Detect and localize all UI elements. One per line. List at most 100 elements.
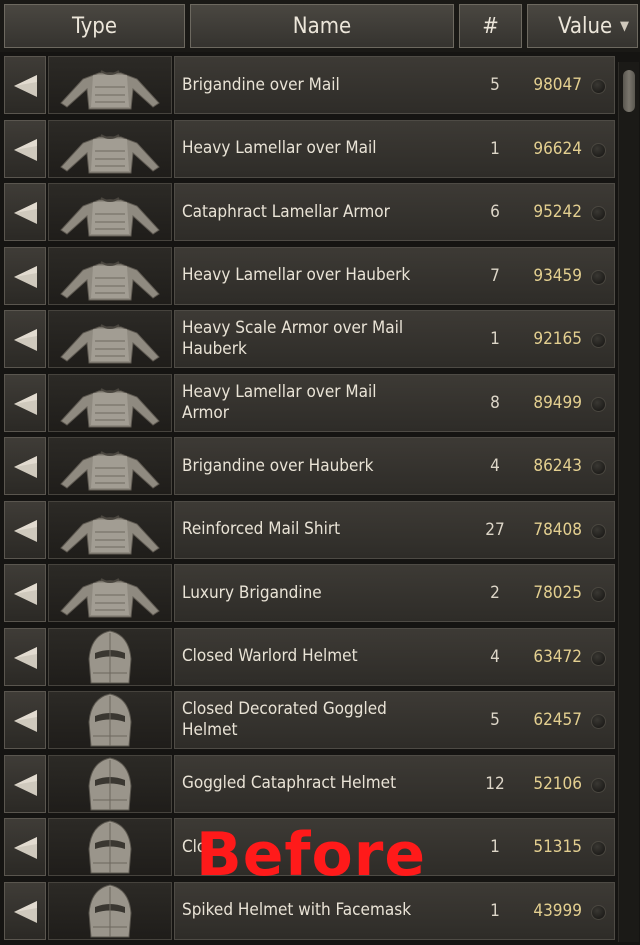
body-armor-icon [48, 437, 172, 495]
item-count: 4 [490, 646, 500, 667]
item-name: Reinforced Mail Shirt [182, 519, 341, 539]
item-value: 98047 [533, 75, 582, 95]
item-name: Closed Decorated Goggled Helmet [182, 699, 387, 740]
lock-toggle[interactable] [591, 333, 606, 348]
item-info-cell: Heavy Lamellar over Hauberk 7 93459 [174, 246, 615, 305]
transfer-left-button[interactable] [4, 564, 46, 622]
item-value: 89499 [533, 392, 582, 413]
list-item[interactable]: Brigandine over Hauberk 4 86243 [2, 435, 615, 497]
name-header-label: Name [292, 13, 352, 39]
item-count: 12 [485, 773, 505, 794]
lock-toggle[interactable] [591, 650, 606, 666]
item-value: 62457 [533, 710, 582, 730]
item-name: Closed Warlord Helmet [182, 646, 358, 666]
item-info-cell: Heavy Scale Armor over Mail Hauberk 1 9216… [174, 310, 615, 368]
item-info-cell: Luxury Brigandine 2 78025 [174, 564, 615, 622]
item-name: Heavy Lamellar over Mail Armor [182, 381, 377, 423]
item-count: 2 [490, 583, 500, 603]
item-name: Brigandine over Mail [182, 74, 340, 95]
item-info-cell: Brigandine over Mail 5 98047 [174, 56, 615, 114]
lock-toggle[interactable] [591, 904, 606, 920]
type-column-header[interactable]: Type [4, 4, 185, 48]
lock-toggle[interactable] [591, 777, 606, 793]
item-value: 43999 [533, 900, 582, 921]
scrollbar[interactable] [618, 62, 639, 942]
item-count: 1 [490, 837, 500, 857]
transfer-left-button[interactable] [4, 183, 46, 241]
transfer-left-button[interactable] [4, 56, 46, 114]
item-value: 86243 [533, 456, 582, 476]
item-value: 93459 [533, 265, 582, 286]
item-info-cell: Spiked Helmet with Facemask 1 43999 [174, 881, 615, 940]
item-name: Heavy Lamellar over Hauberk [182, 265, 411, 285]
transfer-left-button[interactable] [4, 627, 46, 686]
count-column-header[interactable]: # [459, 4, 522, 48]
body-armor-icon [48, 56, 172, 114]
item-name: Heavy Scale Armor over Mail Hauberk [182, 318, 404, 359]
list-item[interactable]: Clo 1 51315 [2, 816, 615, 878]
item-name: Spiked Helmet with Facemask [182, 900, 412, 920]
item-count: 1 [490, 329, 500, 349]
transfer-left-button[interactable] [4, 500, 46, 559]
item-name: Heavy Lamellar over Mail [182, 138, 377, 158]
lock-toggle[interactable] [591, 460, 606, 475]
helmet-icon [48, 691, 172, 749]
item-count: 5 [490, 75, 500, 95]
transfer-left-button[interactable] [4, 119, 46, 178]
helmet-icon [48, 881, 172, 940]
item-value: 52106 [533, 773, 582, 794]
body-armor-icon [48, 500, 172, 559]
transfer-left-button[interactable] [4, 691, 46, 749]
item-count: 8 [490, 392, 500, 413]
transfer-left-button[interactable] [4, 818, 46, 876]
lock-toggle[interactable] [591, 142, 606, 158]
list-item[interactable]: Reinforced Mail Shirt 27 78408 [2, 499, 615, 561]
lock-toggle[interactable] [591, 841, 606, 856]
item-info-cell: Goggled Cataphract Helmet 12 52106 [174, 754, 615, 813]
inventory-header: Type Name # Value ▼ [0, 0, 640, 52]
transfer-left-button[interactable] [4, 437, 46, 495]
list-item[interactable]: Closed Decorated Goggled Helmet 5 62457 [2, 689, 615, 751]
lock-toggle[interactable] [591, 79, 606, 94]
lock-toggle[interactable] [591, 587, 606, 602]
list-item[interactable]: Heavy Scale Armor over Mail Hauberk 1 9216… [2, 308, 615, 370]
name-column-header[interactable]: Name [190, 4, 454, 48]
item-name: Cataphract Lamellar Armor [182, 201, 390, 222]
scrollbar-thumb[interactable] [623, 70, 635, 112]
item-value: 63472 [533, 646, 582, 667]
item-info-cell: Clo 1 51315 [174, 818, 615, 876]
item-count: 7 [490, 265, 500, 286]
helmet-icon [48, 818, 172, 876]
item-name: Goggled Cataphract Helmet [182, 773, 397, 793]
list-item[interactable]: Spiked Helmet with Facemask 1 43999 [2, 880, 615, 942]
lock-toggle[interactable] [591, 206, 606, 221]
item-name: Clo [182, 836, 207, 857]
value-column-header[interactable]: Value ▼ [527, 4, 638, 48]
item-value: 78408 [533, 519, 582, 540]
list-item[interactable]: Brigandine over Mail 5 98047 [2, 54, 615, 116]
list-item[interactable]: Luxury Brigandine 2 78025 [2, 562, 615, 624]
list-item[interactable]: Heavy Lamellar over Mail 1 96624 [2, 118, 615, 180]
transfer-left-button[interactable] [4, 754, 46, 813]
lock-toggle[interactable] [591, 714, 606, 729]
item-info-cell: Brigandine over Hauberk 4 86243 [174, 437, 615, 495]
item-value: 96624 [533, 138, 582, 159]
transfer-left-button[interactable] [4, 881, 46, 940]
list-item[interactable]: Heavy Lamellar over Mail Armor 8 89499 [2, 372, 615, 434]
lock-toggle[interactable] [591, 523, 606, 539]
list-item[interactable]: Closed Warlord Helmet 4 63472 [2, 626, 615, 688]
transfer-left-button[interactable] [4, 310, 46, 368]
list-item[interactable]: Heavy Lamellar over Hauberk 7 93459 [2, 245, 615, 307]
item-name: Brigandine over Hauberk [182, 455, 374, 476]
item-info-cell: Heavy Lamellar over Mail 1 96624 [174, 119, 615, 178]
transfer-left-button[interactable] [4, 373, 46, 432]
lock-toggle[interactable] [591, 396, 606, 412]
transfer-left-button[interactable] [4, 246, 46, 305]
body-armor-icon [48, 373, 172, 432]
item-info-cell: Cataphract Lamellar Armor 6 95242 [174, 183, 615, 241]
item-value: 92165 [533, 329, 582, 349]
list-item[interactable]: Goggled Cataphract Helmet 12 52106 [2, 753, 615, 815]
lock-toggle[interactable] [591, 269, 606, 285]
list-item[interactable]: Cataphract Lamellar Armor 6 95242 [2, 181, 615, 243]
item-count: 27 [485, 519, 505, 540]
